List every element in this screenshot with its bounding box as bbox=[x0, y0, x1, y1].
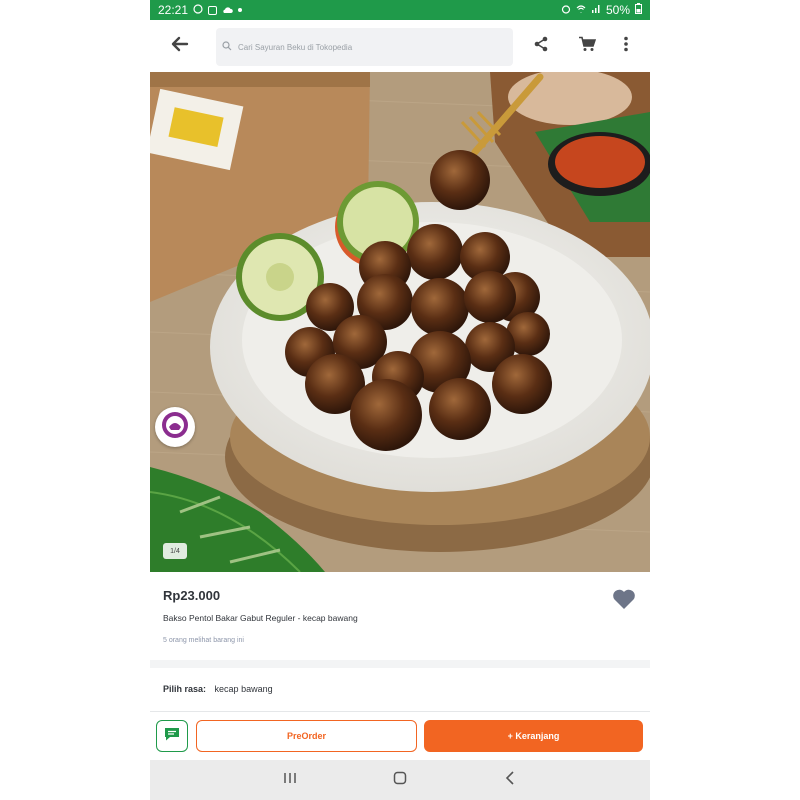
cart-button[interactable] bbox=[574, 34, 600, 58]
share-button[interactable] bbox=[528, 34, 554, 58]
home-icon bbox=[393, 771, 407, 790]
add-to-cart-button[interactable]: + Keranjang bbox=[424, 720, 643, 752]
share-icon bbox=[533, 36, 549, 57]
android-nav-bar bbox=[150, 760, 650, 800]
nav-back-button[interactable] bbox=[490, 768, 530, 792]
whatsapp-icon bbox=[193, 3, 203, 17]
phone-screen: 22:21 50% Cari Sayuran Beku di Tokopedia… bbox=[150, 0, 650, 800]
wishlist-button[interactable] bbox=[612, 588, 636, 610]
shop-avatar-icon bbox=[160, 410, 190, 445]
section-divider bbox=[150, 660, 650, 668]
seller-badge-button[interactable] bbox=[155, 407, 195, 447]
search-icon bbox=[222, 41, 232, 53]
variant-label: Pilih rasa: bbox=[163, 684, 207, 694]
product-photo bbox=[150, 72, 650, 572]
battery-icon bbox=[635, 3, 642, 17]
chat-button[interactable] bbox=[156, 720, 188, 752]
home-button[interactable] bbox=[380, 768, 420, 792]
search-input[interactable] bbox=[236, 41, 490, 53]
alarm-icon bbox=[561, 3, 571, 17]
dot-icon bbox=[238, 8, 243, 12]
chat-icon bbox=[163, 726, 181, 747]
heart-icon bbox=[612, 589, 636, 614]
variant-selector[interactable]: Pilih rasa: kecap bawang bbox=[163, 684, 273, 694]
preorder-button[interactable]: PreOrder bbox=[196, 720, 417, 752]
gallery-icon bbox=[208, 5, 218, 15]
more-options-button[interactable] bbox=[613, 34, 639, 58]
signal-icon bbox=[591, 3, 601, 17]
search-bar[interactable] bbox=[216, 28, 513, 66]
image-counter: 1/4 bbox=[163, 543, 187, 559]
cart-icon bbox=[578, 36, 597, 57]
back-button[interactable] bbox=[150, 20, 210, 72]
product-name: Bakso Pentol Bakar Gabut Reguler - kecap… bbox=[163, 613, 358, 623]
nav-back-icon bbox=[505, 770, 515, 790]
thin-divider bbox=[150, 711, 650, 712]
back-arrow-icon bbox=[171, 36, 189, 57]
recents-icon bbox=[283, 771, 297, 789]
status-time: 22:21 bbox=[158, 3, 189, 17]
status-bar: 22:21 50% bbox=[150, 0, 650, 20]
top-app-bar bbox=[150, 20, 650, 72]
more-vert-icon bbox=[624, 36, 628, 57]
wifi-icon bbox=[576, 3, 586, 17]
status-right: 50% bbox=[561, 3, 642, 17]
status-left: 22:21 bbox=[158, 3, 243, 17]
viewers-text: 5 orang melihat barang ini bbox=[163, 637, 244, 644]
product-price: Rp23.000 bbox=[163, 588, 221, 603]
cloud-icon bbox=[222, 3, 233, 17]
battery-text: 50% bbox=[605, 3, 630, 17]
product-image[interactable]: 1/4 bbox=[150, 72, 650, 572]
variant-value: kecap bawang bbox=[214, 684, 273, 694]
recent-apps-button[interactable] bbox=[270, 768, 310, 792]
